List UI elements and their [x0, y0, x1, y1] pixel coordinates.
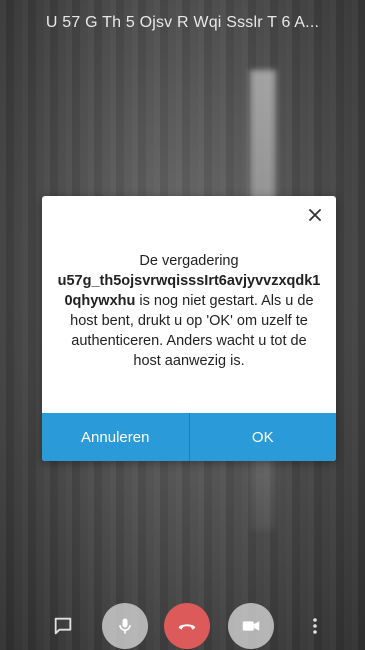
ok-button[interactable]: OK: [190, 413, 337, 461]
camera-icon[interactable]: [240, 615, 262, 637]
hangup-button[interactable]: [164, 603, 210, 649]
more-options-button[interactable]: [305, 614, 325, 638]
camera-button[interactable]: [228, 603, 274, 649]
meeting-title: U 57 G Th 5 Ojsv R Wqi Ssslr T 6 A...: [45, 14, 320, 31]
chat-button[interactable]: [51, 614, 75, 638]
chat-icon[interactable]: [52, 615, 74, 637]
close-button[interactable]: [304, 204, 326, 226]
cancel-button[interactable]: Annuleren: [42, 413, 190, 461]
dialog-button-bar: Annuleren OK: [42, 413, 336, 461]
more-vertical-icon[interactable]: [312, 617, 318, 635]
microphone-button[interactable]: [102, 603, 148, 649]
meeting-not-started-dialog: De vergadering u57g_th5ojsvrwqisssIrt6av…: [42, 196, 336, 461]
dialog-message: De vergadering u57g_th5ojsvrwqisssIrt6av…: [56, 251, 322, 371]
call-toolbar: [0, 600, 365, 650]
hangup-icon[interactable]: [176, 615, 198, 637]
microphone-icon[interactable]: [115, 616, 135, 636]
dialog-message-intro: De vergadering: [139, 253, 239, 269]
close-icon[interactable]: [309, 209, 321, 221]
